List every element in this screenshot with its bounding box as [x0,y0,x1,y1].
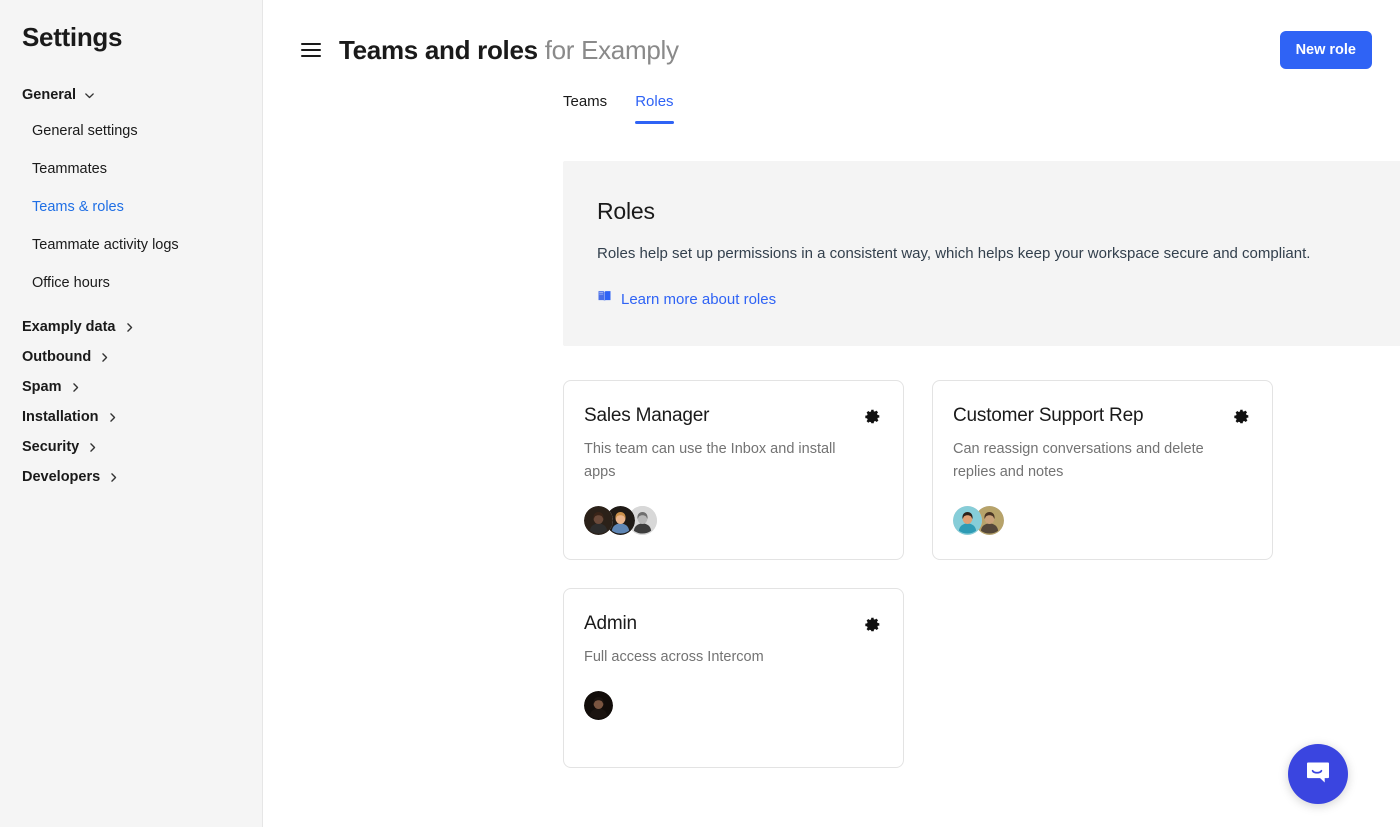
sidebar: Settings General General settings Teammate… [0,0,263,827]
sidebar-group-label: Examply data [22,319,116,335]
sidebar-sublist: General settings Teammates Teams & roles Te… [0,110,262,302]
role-card-header: Sales Manager [584,403,883,429]
sidebar-item-teams-roles[interactable]: Teams & roles [0,188,262,226]
role-card-title: Customer Support Rep [953,405,1144,426]
gear-icon[interactable] [862,406,883,427]
sidebar-group-label: Outbound [22,349,92,365]
sidebar-group-label: Developers [22,469,101,485]
role-card-title: Sales Manager [584,405,710,426]
avatar[interactable] [584,691,613,720]
role-card-description: Can reassign conversations and delete re… [953,441,1204,480]
sidebar-group-label: Security [22,439,80,455]
role-card-header: Admin [584,611,883,637]
sidebar-item-general-settings[interactable]: General settings [0,112,262,150]
sidebar-item-teammate-activity-logs[interactable]: Teammate activity logs [0,226,262,264]
avatar[interactable] [953,506,982,535]
role-card-title: Admin [584,613,637,634]
gear-icon[interactable] [1231,406,1252,427]
new-role-button[interactable]: New role [1279,31,1372,69]
sidebar-group-security[interactable]: Security [0,432,262,462]
role-card[interactable]: Admin Full access across Intercom [563,588,904,768]
hamburger-icon[interactable] [301,40,321,60]
page-title-suffix: for Examply [544,35,679,65]
banner-description: Roles help set up permissions in a consi… [597,245,1311,262]
sidebar-group-label: Spam [22,379,62,395]
role-card-grid: Sales Manager This team can use the Inbox… [563,380,1400,768]
role-card[interactable]: Sales Manager This team can use the Inbox… [563,380,904,560]
chevron-down-icon [84,90,95,101]
page-title-main: Teams and roles [339,35,538,65]
sidebar-group-developers[interactable]: Developers [0,462,262,492]
sidebar-item-office-hours[interactable]: Office hours [0,264,262,302]
sidebar-group-general[interactable]: General [0,80,262,110]
chevron-right-icon [124,322,135,333]
role-card-description: Full access across Intercom [584,649,764,665]
messenger-launcher-button[interactable] [1288,744,1348,804]
role-card[interactable]: Customer Support Rep Can reassign convers… [932,380,1273,560]
chevron-right-icon [107,412,118,423]
main-content: Teams and roles for Examply New role Tea… [263,0,1400,827]
top-bar: Teams and roles for Examply New role [263,0,1400,78]
chevron-right-icon [108,472,119,483]
book-icon [597,289,612,310]
content-area: Roles Roles help set up permissions in a… [263,124,1400,768]
sidebar-group-installation[interactable]: Installation [0,402,262,432]
sidebar-group-label: General [22,87,76,103]
sidebar-group-outbound[interactable]: Outbound [0,342,262,372]
sidebar-nav: General General settings Teammates Teams & … [0,80,262,492]
tab-teams[interactable]: Teams [563,92,607,124]
avatar[interactable] [584,506,613,535]
banner-heading: Roles [597,198,655,224]
role-member-avatars [953,506,1252,535]
chevron-right-icon [87,442,98,453]
roles-info-banner: Roles Roles help set up permissions in a… [563,161,1400,346]
learn-more-link[interactable]: Learn more about roles [597,289,776,310]
tab-roles[interactable]: Roles [635,92,674,124]
chevron-right-icon [70,382,81,393]
role-card-description: This team can use the Inbox and install … [584,441,836,480]
chevron-right-icon [99,352,110,363]
learn-more-label: Learn more about roles [621,290,777,308]
sidebar-group-spam[interactable]: Spam [0,372,262,402]
sidebar-item-teammates[interactable]: Teammates [0,150,262,188]
settings-page: Settings General General settings Teammate… [0,0,1400,827]
chat-bubble-icon [1304,759,1332,790]
gear-icon[interactable] [862,614,883,635]
role-member-avatars [584,506,883,535]
tab-bar: Teams Roles [263,82,1400,124]
role-card-header: Customer Support Rep [953,403,1252,429]
role-member-avatars [584,691,883,720]
sidebar-group-label: Installation [22,409,99,425]
sidebar-title: Settings [22,22,123,52]
sidebar-group-examply-data[interactable]: Examply data [0,312,262,342]
page-title: Teams and roles for Examply [339,34,679,66]
